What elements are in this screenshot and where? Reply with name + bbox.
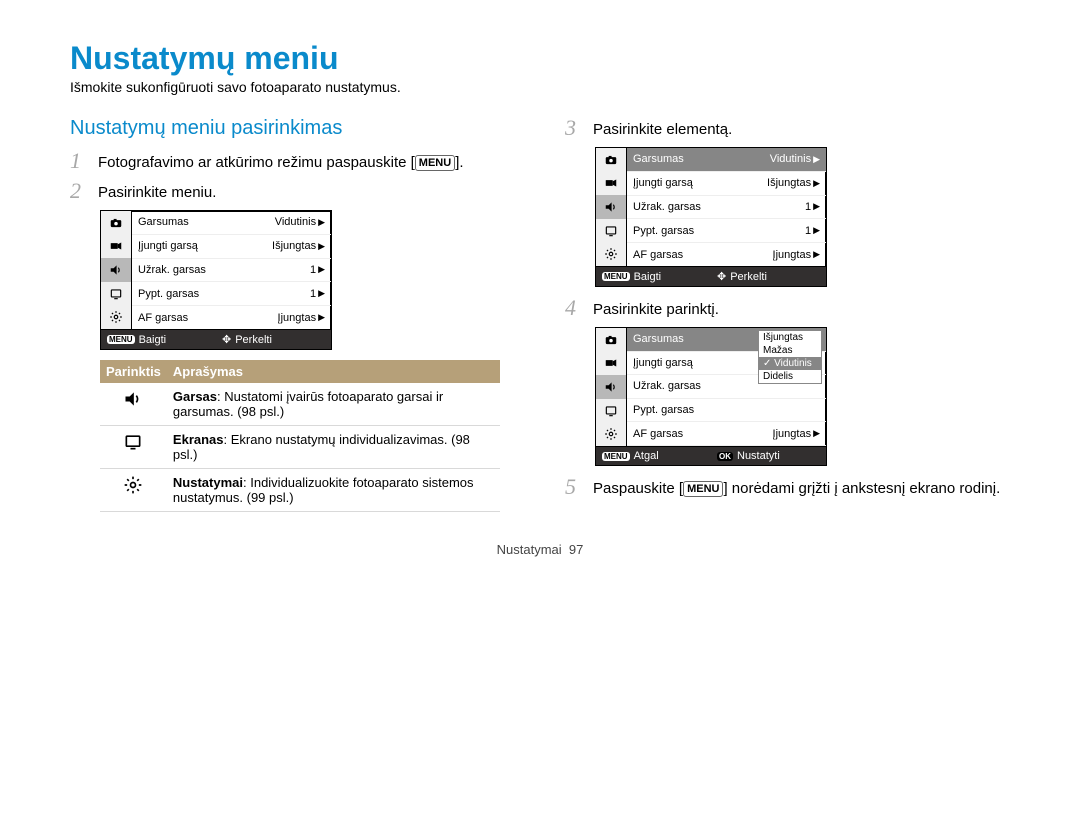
options-table: Parinktis Aprašymas Garsas: Nustatomi įv…	[100, 360, 500, 512]
step-number: 1	[70, 150, 88, 172]
menu-row: Užrak. garsas1▶	[627, 196, 826, 220]
step-3: 3 Pasirinkite elementą.	[565, 117, 1010, 139]
step-number: 3	[565, 117, 583, 139]
gear-icon	[596, 422, 626, 446]
menu-row: Įjungti garsąIšjungtas▶	[132, 235, 331, 259]
step-4: 4 Pasirinkite parinktį.	[565, 297, 1010, 319]
footer-move: Perkelti	[730, 271, 767, 283]
subheading: Nustatymų meniu pasirinkimas	[70, 117, 515, 140]
page-title: Nustatymų meniu	[70, 40, 1010, 77]
step-2: 2 Pasirinkite meniu.	[70, 180, 515, 202]
menu-row: AF garsasĮjungtas▶	[132, 306, 331, 329]
menu-row: Pypt. garsas1▶	[627, 219, 826, 243]
menu-row: GarsumasVidutinis▶	[132, 211, 331, 235]
footer-move: Perkelti	[235, 334, 272, 346]
page-footer: Nustatymai 97	[70, 542, 1010, 557]
step4-text: Pasirinkite parinktį.	[593, 297, 1010, 319]
sound-icon	[101, 258, 131, 282]
gear-icon	[596, 242, 626, 266]
menu-chip: MENU	[683, 481, 723, 497]
menu-chip: MENU	[415, 155, 455, 171]
camera-icon	[101, 211, 131, 235]
display-icon	[101, 282, 131, 306]
step5-text-a: Paspauskite [	[593, 480, 683, 497]
step-1: 1 Fotografavimo ar atkūrimo režimu paspa…	[70, 150, 515, 172]
ok-chip-icon: OK	[717, 452, 733, 461]
screen-footer: MENU Baigti ✥ Perkelti	[101, 329, 331, 349]
dropdown-item-selected: Vidutinis	[759, 357, 821, 370]
dropdown-item: Išjungtas	[759, 331, 821, 344]
step2-text: Pasirinkite meniu.	[98, 180, 515, 202]
step-number: 2	[70, 180, 88, 202]
step-5: 5 Paspauskite [MENU] norėdami grįžti į a…	[565, 476, 1010, 498]
menu-row: Įjungti garsąIšjungtas▶	[627, 172, 826, 196]
step-number: 4	[565, 297, 583, 319]
menu-row-selected: GarsumasVidutinis▶	[627, 148, 826, 172]
gear-icon	[101, 305, 131, 329]
screen-sidebar	[101, 211, 132, 329]
camera-screen-menu: GarsumasVidutinis▶ Įjungti garsąIšjungta…	[100, 210, 332, 350]
footer-back: Atgal	[634, 450, 659, 462]
gear-icon	[100, 469, 167, 512]
th-option: Parinktis	[100, 360, 167, 383]
dropdown-item: Mažas	[759, 344, 821, 357]
dropdown-open: Išjungtas Mažas Vidutinis Didelis	[758, 330, 822, 384]
step3-text: Pasirinkite elementą.	[593, 117, 1010, 139]
nav-icon: ✥	[222, 333, 231, 346]
menu-row: AF garsasĮjungtas▶	[627, 422, 826, 446]
display-icon	[596, 399, 626, 423]
dropdown-item: Didelis	[759, 370, 821, 383]
intro-text: Išmokite sukonfigūruoti savo fotoaparato…	[70, 79, 1010, 95]
display-icon	[100, 426, 167, 469]
sound-icon	[100, 383, 167, 426]
table-row: Ekranas: Ekrano nustatymų individualizav…	[100, 426, 500, 469]
camera-screen-element: GarsumasVidutinis▶ Įjungti garsąIšjungta…	[595, 147, 827, 287]
table-row: Garsas: Nustatomi įvairūs fotoaparato ga…	[100, 383, 500, 426]
video-icon	[596, 172, 626, 196]
opt-name: Nustatymai	[173, 475, 243, 490]
menu-chip-icon: MENU	[602, 452, 630, 461]
menu-chip-icon: MENU	[602, 272, 630, 281]
camera-icon	[596, 328, 626, 352]
sound-icon	[596, 195, 626, 219]
menu-row: Užrak. garsas1▶	[132, 259, 331, 283]
opt-name: Ekranas	[173, 432, 224, 447]
camera-screen-option: Garsumas Įjungti garsą Užrak. garsas Pyp…	[595, 327, 827, 466]
th-desc: Aprašymas	[167, 360, 500, 383]
step5-text-b: ] norėdami grįžti į ankstesnį ekrano rod…	[723, 480, 1000, 497]
nav-icon: ✥	[717, 270, 726, 283]
video-icon	[101, 235, 131, 259]
camera-icon	[596, 148, 626, 172]
menu-row: Pypt. garsas1▶	[132, 282, 331, 306]
video-icon	[596, 352, 626, 376]
menu-row: AF garsasĮjungtas▶	[627, 243, 826, 266]
menu-chip-icon: MENU	[107, 335, 135, 344]
footer-set: Nustatyti	[737, 450, 780, 462]
menu-row: Pypt. garsas	[627, 399, 826, 423]
footer-exit: Baigti	[139, 334, 167, 346]
table-row: Nustatymai: Individualizuokite fotoapara…	[100, 469, 500, 512]
step-number: 5	[565, 476, 583, 498]
display-icon	[596, 219, 626, 243]
step1-text-b: ].	[455, 154, 463, 171]
footer-exit: Baigti	[634, 271, 662, 283]
opt-name: Garsas	[173, 389, 217, 404]
sound-icon	[596, 375, 626, 399]
step1-text-a: Fotografavimo ar atkūrimo režimu paspaus…	[98, 154, 415, 171]
